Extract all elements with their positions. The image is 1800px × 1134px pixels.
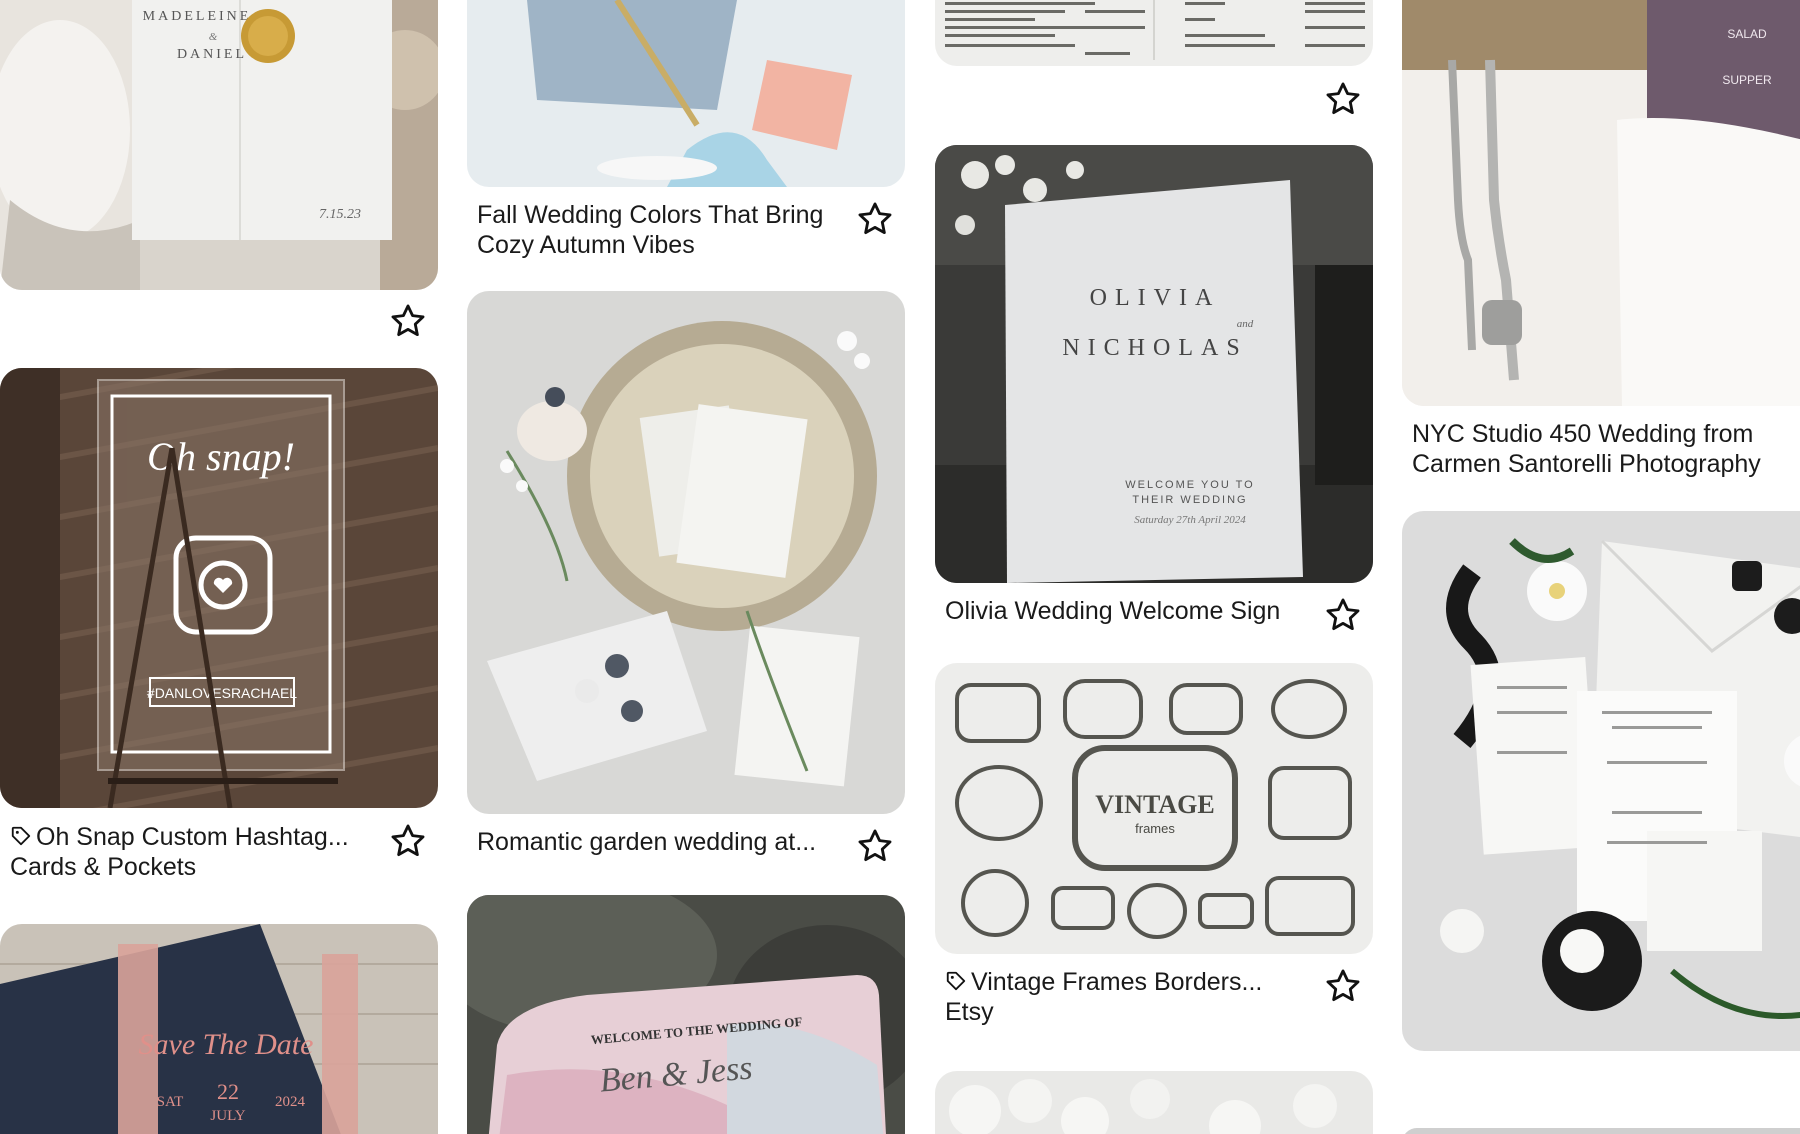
pin-title[interactable]: Romantic garden wedding at... [477,827,837,857]
image-text: DANIEL [177,47,247,62]
tag-icon [945,969,971,999]
image-text: Saturday 27th April 2024 [1134,514,1246,526]
save-star-icon[interactable] [1324,80,1362,118]
pin-title[interactable]: Fall Wedding Colors That Bring Cozy Autu… [477,200,847,260]
pin-image-olivia-welcome-sign[interactable]: OLIVIA and NICHOLAS WELCOME YOU TO THEIR… [935,145,1373,583]
pin-title[interactable]: Olivia Wedding Welcome Sign [945,596,1305,626]
image-text: SALAD [1727,27,1767,41]
image-text: and [1237,318,1254,330]
image-text: MADELEINE [143,9,252,24]
pin-image-garden-wedding-tray[interactable] [467,291,905,814]
image-text: & [209,31,218,43]
pin-title-line: Carmen Santorelli Photography [1412,450,1761,478]
pin-image-fall-colors[interactable] [467,0,905,187]
pin-source[interactable]: Etsy [945,997,994,1027]
image-text: 22 [217,1079,239,1104]
save-star-icon[interactable] [389,822,427,860]
pin-image-save-the-date[interactable]: Save The Date SAT 22 JULY 2024 [0,924,438,1134]
pin-title[interactable]: Oh Snap Custom Hashtag... [10,822,370,854]
pin-title-text: Oh Snap Custom Hashtag... [36,823,349,851]
pin-image-ceremony-program[interactable] [935,0,1373,66]
pin-title-text: Vintage Frames Borders... [971,968,1263,996]
image-text: SUPPER [1722,73,1772,87]
pin-title-line: Fall Wedding Colors That Bring [477,201,824,229]
pin-image-black-white-invitation-suite[interactable] [1402,511,1800,1051]
pin-title-line: Cozy Autumn Vibes [477,231,695,259]
image-text: #DANLOVESRACHAEL [147,685,297,701]
pin-image-watercolor-program[interactable]: WELCOME TO THE WEDDING OF Ben & Jess [467,895,905,1134]
image-text: WELCOME YOU TO [1125,479,1254,491]
image-text: 7.15.23 [319,207,361,222]
pin-image-invitation-wax-seal[interactable]: MADELEINE & DANIEL 7.15.23 [0,0,438,290]
save-star-icon[interactable] [856,827,894,865]
pin-title[interactable]: Vintage Frames Borders... [945,967,1305,999]
image-text: OLIVIA [1090,285,1221,311]
pin-image-oh-snap-sign[interactable]: Oh snap! #DANLOVESRACHAEL [0,368,438,808]
pin-title-line: NYC Studio 450 Wedding from [1412,420,1754,448]
save-star-icon[interactable] [1324,967,1362,1005]
image-text: THEIR WEDDING [1132,494,1247,506]
pin-source[interactable]: Cards & Pockets [10,852,196,882]
image-text: 2024 [275,1094,306,1110]
image-text: SAT [157,1094,184,1110]
tag-icon [10,824,36,854]
save-star-icon[interactable] [1324,596,1362,634]
save-star-icon[interactable] [856,200,894,238]
pin-title[interactable]: NYC Studio 450 Wedding from Carmen Santo… [1412,419,1800,479]
pin-image-nyc-studio-menu[interactable]: SALAD SUPPER [1402,0,1800,406]
pin-image-white-flowers[interactable] [935,1071,1373,1134]
image-text: Save The Date [139,1028,314,1061]
pin-image-vintage-frames[interactable]: VINTAGE frames [935,663,1373,954]
save-star-icon[interactable] [389,302,427,340]
image-text: NICHOLAS [1062,335,1247,361]
pin-image[interactable] [1402,1128,1800,1134]
image-text: JULY [210,1108,245,1124]
image-text: frames [1135,821,1175,836]
pin-grid: MADELEINE & DANIEL 7.15.23 Oh snap! #DAN… [0,0,1800,1134]
image-text: VINTAGE [1095,790,1214,819]
